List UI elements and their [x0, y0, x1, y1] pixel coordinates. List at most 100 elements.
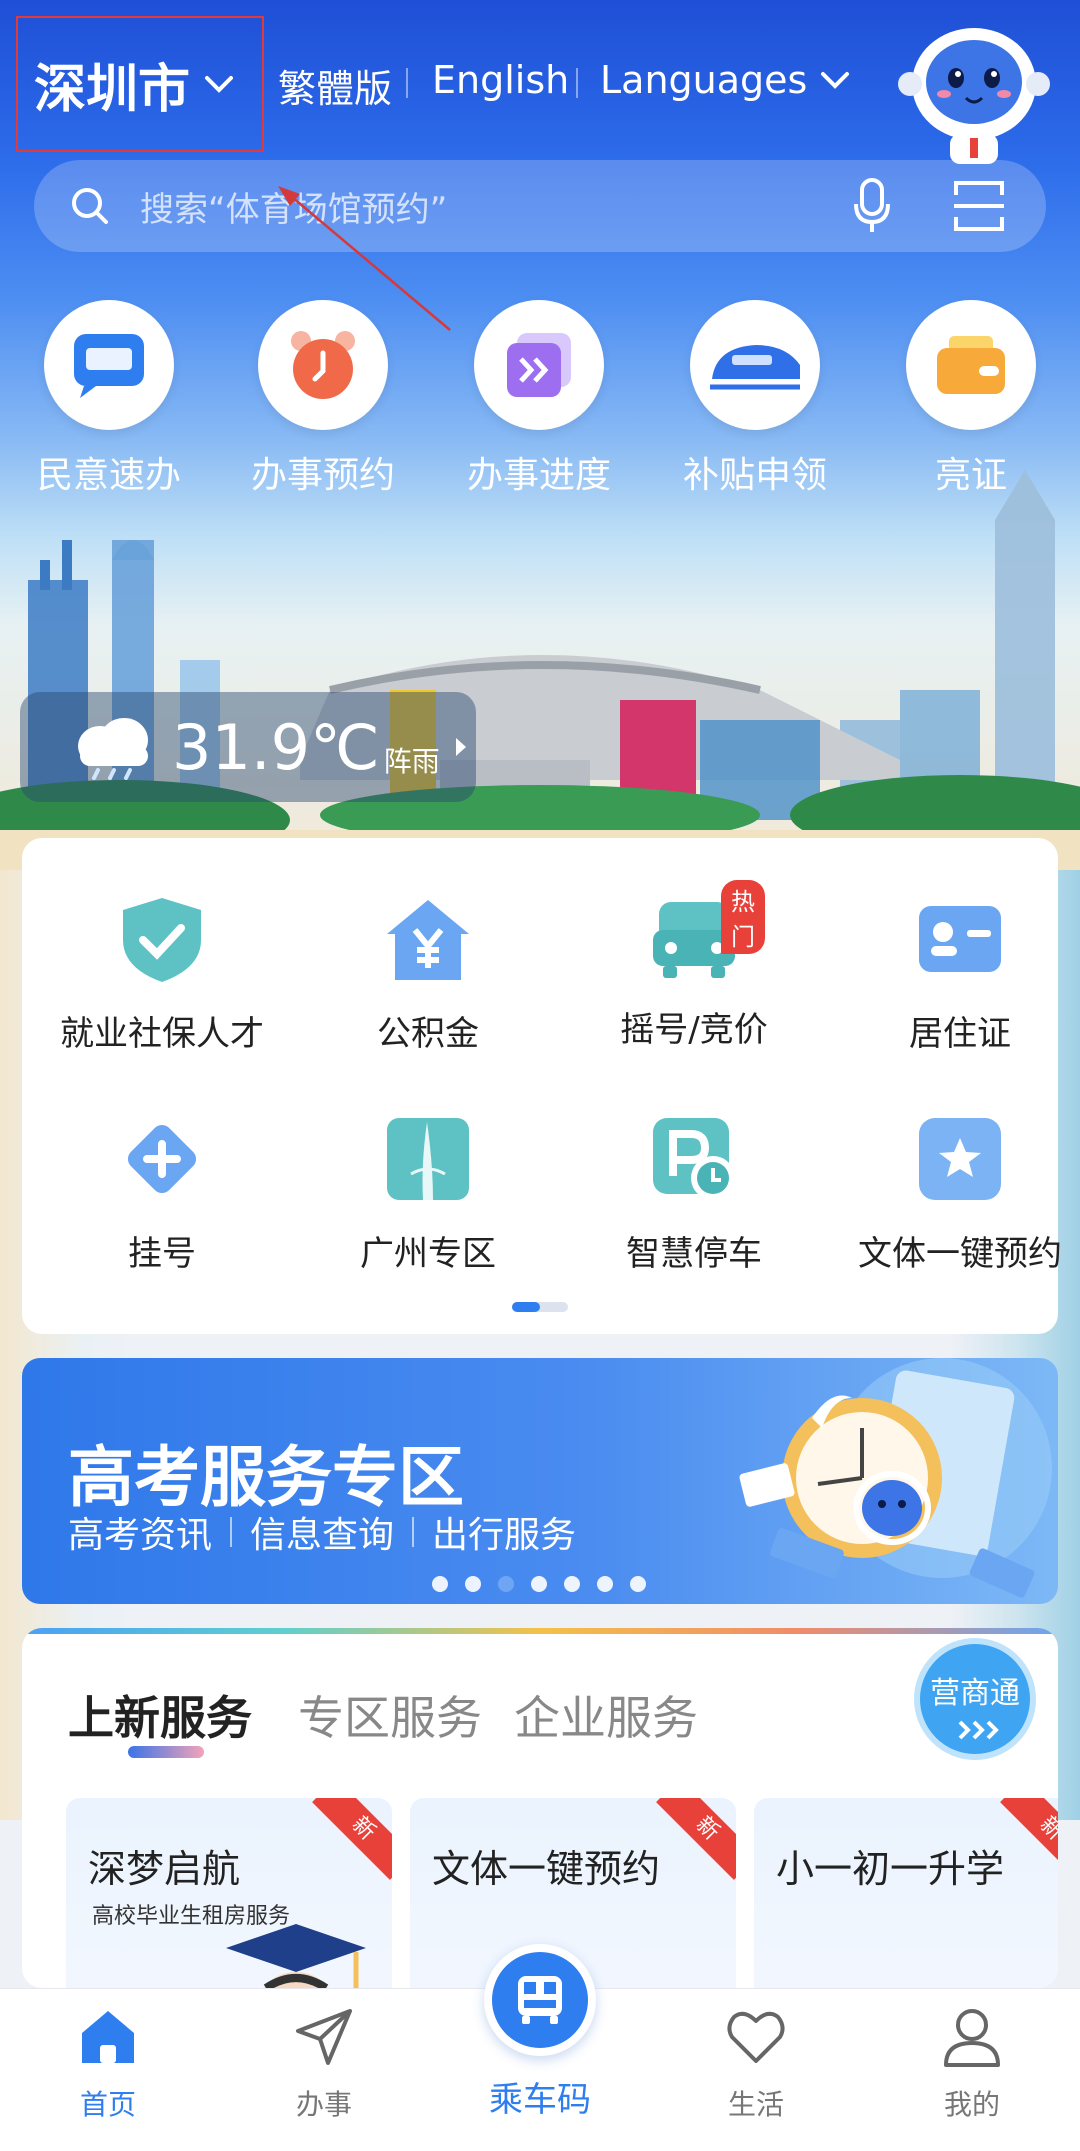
icon-circle [44, 300, 174, 430]
home-icon [82, 2011, 134, 2063]
languages-dropdown[interactable]: Languages [600, 58, 851, 102]
quick-action-show-id[interactable]: 亮证 [876, 300, 1066, 498]
service-employment[interactable]: 就业社保人才 [32, 894, 292, 1055]
service-guangzhou-zone[interactable]: 广州专区 [298, 1114, 558, 1275]
service-label: 摇号/竞价 [620, 1010, 768, 1050]
graduation-cap-icon [226, 1924, 366, 1988]
traditional-chinese-link[interactable]: 繁體版 [278, 58, 392, 113]
service-label: 就业社保人才 [60, 1014, 264, 1054]
service-card-shenmeng[interactable]: 深梦启航 高校毕业生租房服务 新 [66, 1798, 392, 1988]
section-top-gradient [22, 1628, 1058, 1634]
heart-icon [727, 2011, 785, 2063]
banner-subtitle-item: 高考资讯 [68, 1515, 213, 1556]
new-services-section: 上新服务 专区服务 企业服务 深梦启航 高校毕业生租房服务 新 文体一键预约 新… [22, 1628, 1058, 1988]
quick-action-appointment[interactable]: 办事预约 [228, 300, 418, 498]
card-title: 文体一键预约 [432, 1847, 661, 1891]
quick-action-label: 亮证 [934, 455, 1007, 496]
business-shortcut-label: 营商通 [930, 1676, 1020, 1711]
nav-label: 我的 [943, 2088, 1000, 2121]
parking-clock-icon [653, 1118, 735, 1200]
service-sports-booking[interactable]: 文体一键预约 [830, 1114, 1080, 1275]
service-car-lottery[interactable]: 热门 摇号/竞价 [564, 880, 824, 1051]
shield-check-icon [123, 898, 201, 982]
carousel-dot[interactable] [465, 1576, 481, 1592]
house-yuan-icon [387, 900, 469, 980]
active-tab-indicator [128, 1746, 204, 1758]
service-label: 智慧停车 [626, 1234, 762, 1274]
chevron-down-icon [205, 76, 234, 93]
grid-page-indicator [512, 1302, 568, 1312]
chevron-down-icon [821, 72, 850, 89]
ride-code-label[interactable]: 乘车码 [440, 2072, 640, 2121]
nav-life[interactable]: 生活 [676, 2005, 836, 2123]
banner-subtitle-item: 出行服务 [432, 1515, 577, 1556]
new-tag: 新 [1000, 1798, 1058, 1880]
carousel-dot[interactable] [630, 1576, 646, 1592]
banner-subtitle: 高考资讯 信息查询 出行服务 [68, 1506, 576, 1558]
tab-new-services[interactable]: 上新服务 [68, 1682, 252, 1748]
service-residence-permit[interactable]: 居住证 [830, 894, 1080, 1055]
carousel-dot-active[interactable] [498, 1576, 514, 1592]
tab-enterprise-services[interactable]: 企业服务 [514, 1682, 698, 1748]
service-registration[interactable]: 挂号 [32, 1114, 292, 1275]
nav-services[interactable]: 办事 [244, 2005, 404, 2123]
service-label: 挂号 [128, 1234, 196, 1274]
temperature-value: 31.9℃ [172, 710, 380, 784]
new-tag: 新 [312, 1798, 392, 1880]
card-title: 小一初一升学 [776, 1847, 1005, 1891]
quick-action-public-opinion[interactable]: 民意速办 [14, 300, 204, 498]
send-arrow-icon [296, 2009, 352, 2065]
tab-zone-services[interactable]: 专区服务 [298, 1682, 482, 1748]
search-icon [72, 188, 108, 224]
car-icon-wrapper: 热门 [649, 880, 765, 984]
icon-circle [474, 300, 604, 430]
ride-code-button[interactable] [484, 1944, 596, 2056]
bus-qr-icon [518, 1976, 562, 2024]
microphone-icon[interactable] [852, 178, 892, 234]
progress-forward-icon [507, 333, 571, 397]
carousel-dot[interactable] [531, 1576, 547, 1592]
user-icon [944, 2009, 1000, 2067]
weather-widget[interactable]: 31.9℃ 阵雨 [20, 692, 476, 802]
service-card-school-entry[interactable]: 小一初一升学 新 [754, 1798, 1058, 1988]
nav-label: 办事 [295, 2088, 352, 2121]
robot-mascot-icon[interactable] [894, 14, 1054, 164]
divider [406, 68, 408, 98]
service-label: 公积金 [377, 1014, 479, 1054]
quick-action-label: 补贴申领 [682, 455, 827, 496]
id-card-icon [919, 906, 1001, 972]
gaokao-banner[interactable]: 高考服务专区 高考资讯 信息查询 出行服务 [22, 1358, 1058, 1604]
nav-mine[interactable]: 我的 [892, 2005, 1052, 2123]
carousel-dot[interactable] [432, 1576, 448, 1592]
business-service-shortcut[interactable]: 营商通 [910, 1634, 1040, 1764]
carousel-dot[interactable] [564, 1576, 580, 1592]
search-bar[interactable]: 搜索“体育场馆预约” [34, 160, 1046, 252]
city-selector[interactable]: 深圳市 [16, 16, 264, 152]
nav-home[interactable]: 首页 [28, 2005, 188, 2123]
scan-icon[interactable] [952, 179, 1006, 233]
quick-actions: 民意速办 办事预约 办事进度 补贴申领 亮证 [0, 300, 1080, 500]
icon-circle [258, 300, 388, 430]
service-smart-parking[interactable]: 智慧停车 [564, 1114, 824, 1275]
medical-cross-icon [127, 1124, 197, 1194]
weather-condition: 阵雨 [383, 745, 440, 778]
quick-action-progress[interactable]: 办事进度 [444, 300, 634, 498]
service-housing-fund[interactable]: 公积金 [298, 894, 558, 1055]
banner-subtitle-item: 信息查询 [250, 1515, 395, 1556]
train-icon [710, 345, 800, 390]
english-link[interactable]: English [432, 58, 569, 102]
alarm-clock-icon [291, 331, 355, 399]
carousel-dot[interactable] [597, 1576, 613, 1592]
services-grid-card: 就业社保人才 公积金 热门 摇号/竞价 居住证 挂号 广州专区 智慧停车 文体一… [22, 838, 1062, 1334]
chevron-right-icon [455, 738, 466, 756]
quick-action-subsidy[interactable]: 补贴申领 [660, 300, 850, 498]
icon-circle [906, 300, 1036, 430]
canton-tower-icon [387, 1118, 469, 1200]
card-title: 深梦启航 [88, 1847, 241, 1891]
hot-badge: 热门 [721, 880, 765, 954]
quick-action-label: 民意速办 [36, 455, 181, 496]
star-ticket-icon [919, 1118, 1001, 1200]
icon-circle [690, 300, 820, 430]
banner-carousel-dots [432, 1576, 663, 1592]
service-label: 文体一键预约 [858, 1234, 1062, 1274]
